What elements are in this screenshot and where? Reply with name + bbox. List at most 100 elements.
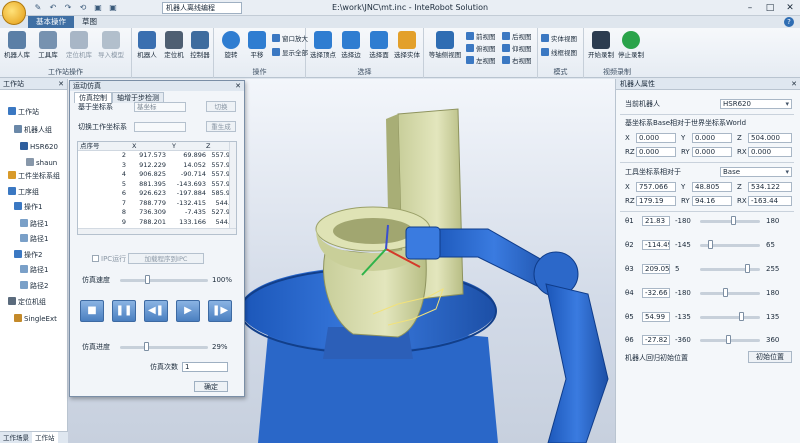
select-edge-button[interactable]: 选择边 <box>336 30 366 64</box>
ipc-run-checkbox[interactable]: IPC运行 <box>92 254 126 264</box>
export-icon[interactable]: ▣ <box>107 2 119 14</box>
slider-thumb[interactable] <box>745 264 750 273</box>
front-view-button[interactable]: 前视图 <box>466 32 496 43</box>
tool-z-field[interactable]: 534.122 <box>748 182 792 192</box>
table-row[interactable]: 5 881.395 -143.693 557.9 <box>78 180 236 190</box>
table-row[interactable]: 4 906.825 -90.714 557.9 <box>78 170 236 180</box>
part-lib-button[interactable]: 定位机库 <box>64 30 94 64</box>
tab-basic-ops[interactable]: 基本操作 <box>28 16 74 28</box>
stop-button[interactable]: ■ <box>80 300 104 322</box>
table-row[interactable]: 7 788.779 -132.415 544. <box>78 199 236 209</box>
right-view-button[interactable]: 右视图 <box>502 56 532 67</box>
joint-slider[interactable] <box>700 312 760 322</box>
joint-value-field[interactable]: 209.05 <box>642 264 670 274</box>
base-ry-field[interactable]: 0.000 <box>692 147 732 157</box>
pin-icon[interactable]: ✕ <box>58 79 64 90</box>
switch-frame-select[interactable] <box>134 122 186 132</box>
tool-lib-button[interactable]: 工具库 <box>33 30 63 64</box>
joint-value-field[interactable]: -32.66 <box>642 288 670 298</box>
switch-button[interactable]: 切换 <box>206 101 236 112</box>
table-row[interactable]: 3 912.229 14.052 557.9 <box>78 161 236 171</box>
slider-thumb[interactable] <box>739 312 744 321</box>
joint-value-field[interactable]: 54.99 <box>642 312 670 322</box>
robot-button[interactable]: 机器人 <box>132 30 162 64</box>
left-view-button[interactable]: 左视图 <box>466 56 496 67</box>
tree-item[interactable]: 路径1 <box>20 234 48 245</box>
table-row[interactable]: 6 926.623 -197.884 585.9 <box>78 189 236 199</box>
points-table-hscroll[interactable] <box>78 228 236 234</box>
tool-rz-field[interactable]: 179.19 <box>636 196 676 206</box>
tree-item[interactable]: 工作站 <box>8 107 39 118</box>
select-entity-button[interactable]: 选择实体 <box>392 30 422 64</box>
iso-view-button[interactable]: 等轴侧视图 <box>428 30 462 64</box>
base-y-field[interactable]: 0.000 <box>692 133 732 143</box>
joint-value-field[interactable]: -114.49 <box>642 240 670 250</box>
tree-item[interactable]: 操作2 <box>14 250 42 261</box>
ok-button[interactable]: 确定 <box>194 381 228 392</box>
current-robot-select[interactable]: HSR620 <box>720 99 792 109</box>
joint-slider[interactable] <box>700 335 760 345</box>
save-icon[interactable]: ▣ <box>92 2 104 14</box>
bottom-view-button[interactable]: 仰视图 <box>502 44 532 55</box>
tree-item[interactable]: HSR620 <box>20 142 58 153</box>
slider-thumb[interactable] <box>708 240 713 249</box>
start-record-button[interactable]: 开始录制 <box>586 30 616 64</box>
load-to-ipc-button[interactable]: 加载程序到IPC <box>128 253 204 264</box>
tree-item[interactable]: 路径2 <box>20 281 48 292</box>
table-row[interactable]: 2 917.573 69.896 557.9 <box>78 151 236 161</box>
stop-record-button[interactable]: 停止录制 <box>616 30 646 64</box>
tree-item[interactable]: SingleExt <box>14 314 57 325</box>
tab-workstation[interactable]: 工作站 <box>32 432 58 443</box>
sim-progress-slider[interactable] <box>120 342 208 352</box>
solid-view-button[interactable]: 实体视图 <box>541 34 577 45</box>
tree-item[interactable]: 工件坐标系组 <box>8 171 60 182</box>
tree-item[interactable]: 操作1 <box>14 202 42 213</box>
tool-y-field[interactable]: 48.805 <box>692 182 732 192</box>
tree-item[interactable]: 机器人组 <box>14 125 52 136</box>
pan-button[interactable]: 平移 <box>242 30 272 64</box>
back-view-button[interactable]: 后视图 <box>502 32 532 43</box>
tree-item[interactable]: 路径1 <box>20 265 48 276</box>
base-z-field[interactable]: 504.000 <box>748 133 792 143</box>
slider-thumb[interactable] <box>145 275 150 284</box>
base-x-field[interactable]: 0.000 <box>636 133 676 143</box>
robot-lib-button[interactable]: 机器人库 <box>2 30 32 64</box>
tab-work-scene[interactable]: 工作场景 <box>0 432 32 443</box>
dialog-close-icon[interactable]: ✕ <box>235 81 241 91</box>
joint-slider[interactable] <box>700 216 760 226</box>
points-table-vscroll[interactable] <box>229 142 236 234</box>
base-rz-field[interactable]: 0.000 <box>636 147 676 157</box>
select-face-button[interactable]: 选择面 <box>364 30 394 64</box>
controller-button[interactable]: 控制器 <box>185 30 215 64</box>
tab-sketch[interactable]: 草图 <box>74 16 105 28</box>
slider-thumb[interactable] <box>731 216 736 225</box>
minimize-icon[interactable]: – <box>744 2 756 14</box>
tool-frame-select[interactable]: Base <box>720 167 792 177</box>
joint-slider[interactable] <box>700 240 760 250</box>
maximize-icon[interactable]: □ <box>764 2 776 14</box>
pane-close-icon[interactable]: ✕ <box>791 79 797 90</box>
regenerate-button[interactable]: 重生成 <box>206 121 236 132</box>
undo-icon[interactable]: ↶ <box>47 2 59 14</box>
base-frame-select[interactable]: 基坐标 <box>134 102 186 112</box>
table-row[interactable]: 9 788.201 133.166 544. <box>78 218 236 228</box>
show-all-button[interactable]: 显示全部 <box>272 48 308 59</box>
sim-speed-slider[interactable] <box>120 275 208 285</box>
refresh-icon[interactable]: ⟲ <box>77 2 89 14</box>
import-model-button[interactable]: 导入模型 <box>96 30 126 64</box>
pause-button[interactable]: ❚❚ <box>112 300 136 322</box>
top-view-button[interactable]: 俯视图 <box>466 44 496 55</box>
joint-slider[interactable] <box>700 288 760 298</box>
help-icon[interactable]: ? <box>784 17 794 27</box>
tree-item[interactable]: 路径1 <box>20 219 48 230</box>
tool-ry-field[interactable]: 94.16 <box>692 196 732 206</box>
tool-x-field[interactable]: 757.066 <box>636 182 676 192</box>
close-icon[interactable]: ✕ <box>784 2 796 14</box>
slider-thumb[interactable] <box>144 342 149 351</box>
play-button[interactable]: ▶ <box>176 300 200 322</box>
wire-view-button[interactable]: 线框视图 <box>541 48 577 59</box>
step-forward-button[interactable]: ❚▶ <box>208 300 232 322</box>
document-combo[interactable]: 机器人离线编程 <box>162 2 242 14</box>
joint-slider[interactable] <box>700 264 760 274</box>
base-rx-field[interactable]: 0.000 <box>748 147 792 157</box>
